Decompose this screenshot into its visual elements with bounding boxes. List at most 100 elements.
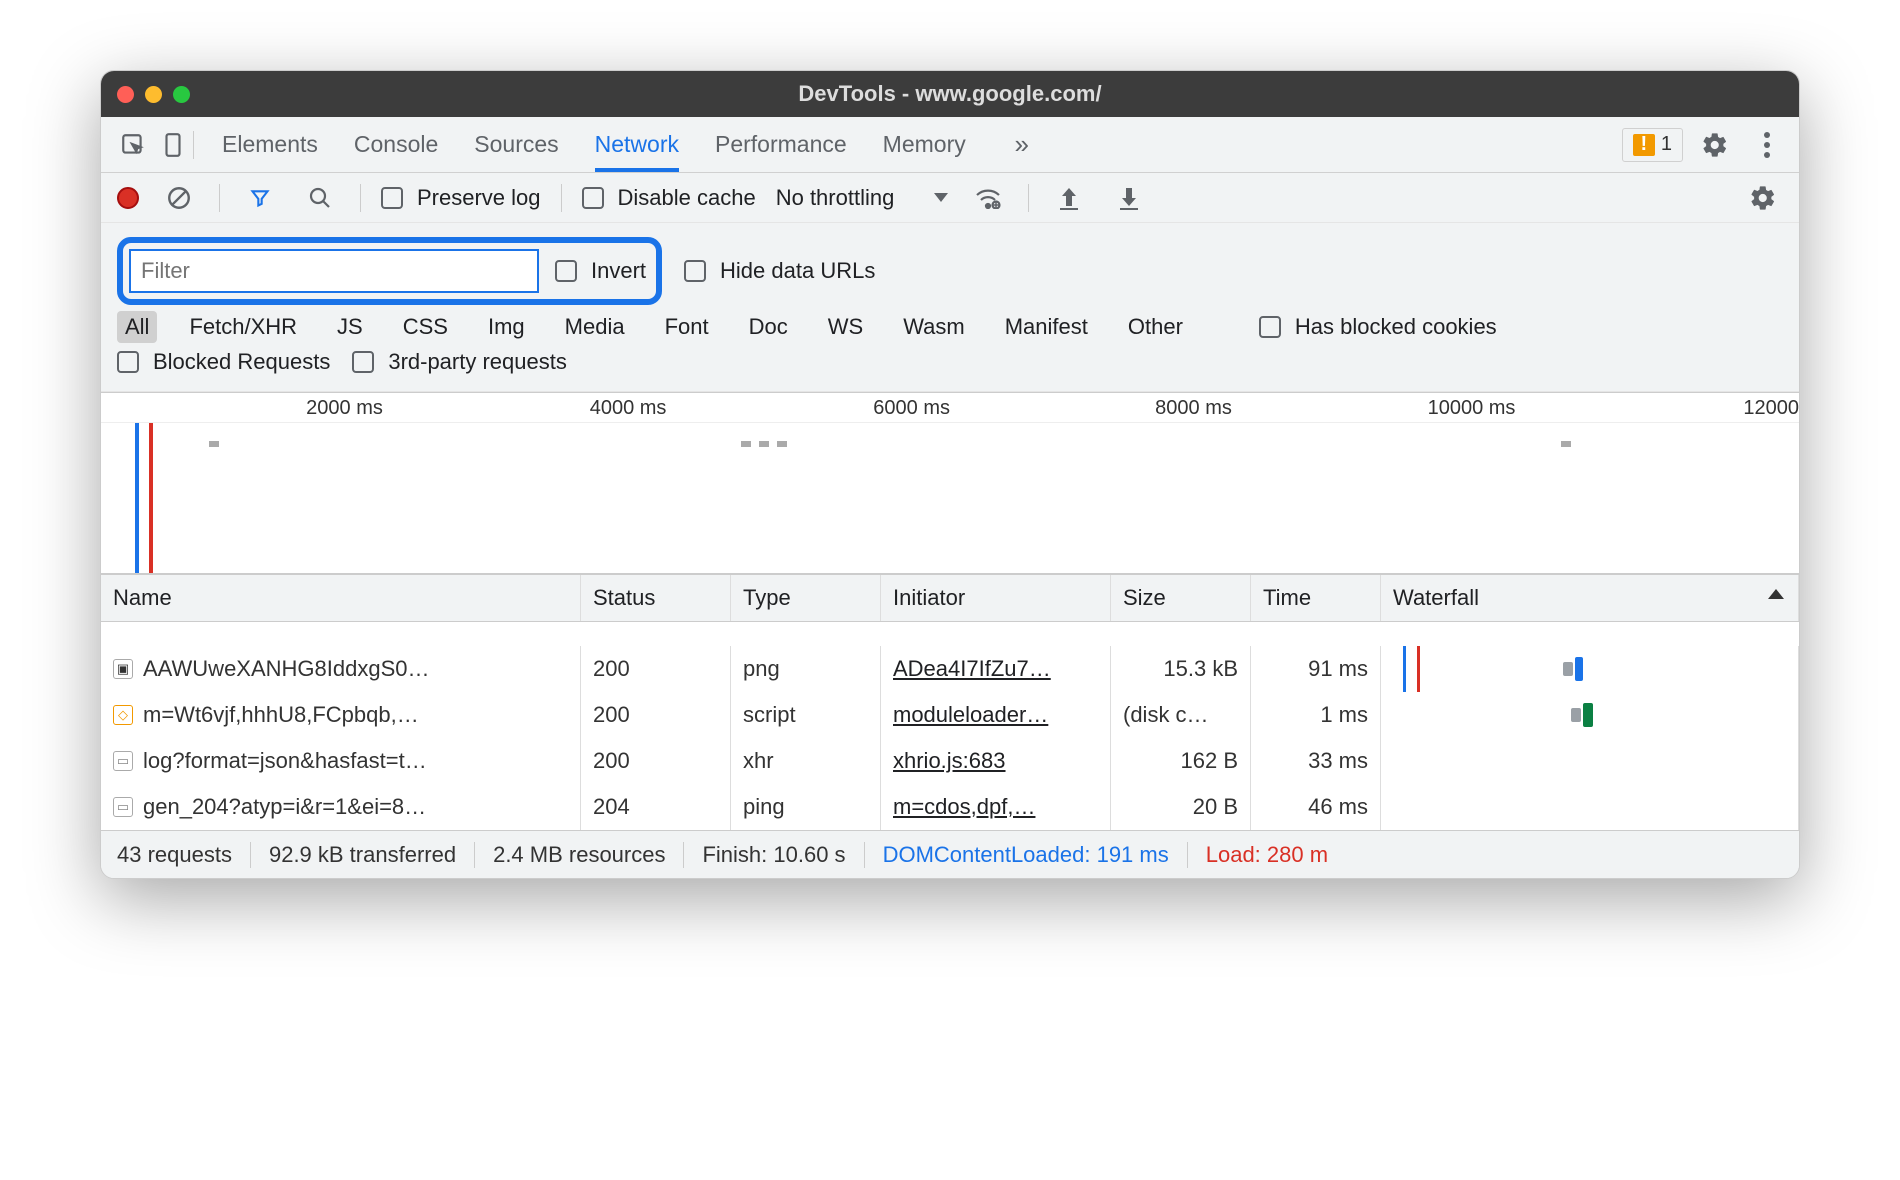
filter-type-js[interactable]: JS — [329, 311, 371, 343]
kebab-menu-icon[interactable] — [1747, 125, 1787, 165]
disable-cache-checkbox[interactable]: Disable cache — [582, 185, 756, 211]
filter-type-ws[interactable]: WS — [820, 311, 871, 343]
request-name: gen_204?atyp=i&r=1&ei=8… — [143, 794, 426, 820]
filter-type-doc[interactable]: Doc — [741, 311, 796, 343]
filter-type-img[interactable]: Img — [480, 311, 533, 343]
sort-ascending-icon — [1768, 589, 1784, 599]
waterfall-bar — [1583, 703, 1593, 727]
request-status: 200 — [581, 738, 731, 784]
caret-down-icon — [934, 193, 948, 202]
waterfall-bar — [1575, 657, 1583, 681]
more-tabs-icon[interactable]: » — [1002, 125, 1042, 165]
third-party-requests-label: 3rd-party requests — [388, 349, 567, 375]
filter-type-fetch-xhr[interactable]: Fetch/XHR — [181, 311, 305, 343]
image-file-icon: ▣ — [113, 659, 133, 679]
panel-tabs: Elements Console Sources Network Perform… — [222, 117, 1042, 172]
invert-checkbox[interactable]: Invert — [555, 258, 646, 284]
blocked-requests-checkbox[interactable]: Blocked Requests — [117, 349, 330, 375]
divider — [561, 184, 562, 212]
request-initiator[interactable]: m=cdos,dpf,… — [881, 784, 1111, 830]
filter-type-media[interactable]: Media — [557, 311, 633, 343]
request-time: 33 ms — [1251, 738, 1381, 784]
hide-data-urls-label: Hide data URLs — [720, 258, 875, 284]
table-row[interactable]: ▣AAWUweXANHG8IddxgS0… 200 png ADea4I7IfZ… — [101, 646, 1799, 692]
filter-type-wasm[interactable]: Wasm — [895, 311, 973, 343]
warning-icon: ! — [1633, 134, 1655, 156]
col-name[interactable]: Name — [101, 575, 581, 621]
inspect-icon[interactable] — [113, 125, 153, 165]
search-icon[interactable] — [300, 178, 340, 218]
col-type[interactable]: Type — [731, 575, 881, 621]
filter-type-other[interactable]: Other — [1120, 311, 1191, 343]
clear-icon[interactable] — [159, 178, 199, 218]
window-title: DevTools - www.google.com/ — [101, 81, 1799, 107]
load-marker — [149, 423, 153, 573]
warnings-count: 1 — [1661, 133, 1672, 156]
has-blocked-cookies-checkbox[interactable]: Has blocked cookies — [1259, 314, 1497, 340]
request-initiator[interactable]: xhrio.js:683 — [881, 738, 1111, 784]
tab-performance[interactable]: Performance — [715, 117, 847, 172]
request-initiator[interactable]: ADea4I7IfZu7… — [881, 646, 1111, 692]
request-size: 20 B — [1111, 784, 1251, 830]
filter-toggle-icon[interactable] — [240, 178, 280, 218]
overview-request-mark — [209, 441, 219, 447]
filter-type-font[interactable]: Font — [657, 311, 717, 343]
tab-elements[interactable]: Elements — [222, 117, 318, 172]
waterfall-cell — [1381, 646, 1799, 692]
divider — [864, 842, 865, 868]
filter-type-all[interactable]: All — [117, 311, 157, 343]
download-har-icon[interactable] — [1109, 178, 1149, 218]
col-size[interactable]: Size — [1111, 575, 1251, 621]
invert-label: Invert — [591, 258, 646, 284]
filter-type-manifest[interactable]: Manifest — [997, 311, 1096, 343]
col-waterfall[interactable]: Waterfall — [1381, 575, 1799, 621]
warnings-badge[interactable]: ! 1 — [1622, 128, 1683, 162]
status-resources: 2.4 MB resources — [493, 842, 665, 868]
divider — [360, 184, 361, 212]
upload-har-icon[interactable] — [1049, 178, 1089, 218]
col-waterfall-label: Waterfall — [1393, 585, 1479, 610]
device-toolbar-icon[interactable] — [153, 125, 193, 165]
waterfall-cell — [1381, 692, 1799, 738]
timeline-tick: 2000 ms — [306, 397, 383, 420]
load-line — [1417, 646, 1420, 692]
filter-input[interactable] — [129, 249, 539, 293]
network-conditions-icon[interactable] — [968, 178, 1008, 218]
preserve-log-checkbox[interactable]: Preserve log — [381, 185, 541, 211]
table-row[interactable]: ◇m=Wt6vjf,hhhU8,FCpbqb,… 200 script modu… — [101, 692, 1799, 738]
dcl-line — [1403, 646, 1406, 692]
table-row[interactable]: ▭log?format=json&hasfast=t… 200 xhr xhri… — [101, 738, 1799, 784]
filter-type-css[interactable]: CSS — [395, 311, 456, 343]
request-name: AAWUweXANHG8IddxgS0… — [143, 656, 430, 682]
request-type: xhr — [731, 738, 881, 784]
divider — [219, 184, 220, 212]
overview-graph[interactable] — [101, 423, 1799, 573]
overview-request-mark — [777, 441, 787, 447]
request-type: png — [731, 646, 881, 692]
throttling-select[interactable]: No throttling — [776, 185, 949, 211]
request-type: ping — [731, 784, 881, 830]
hide-data-urls-checkbox[interactable]: Hide data URLs — [684, 258, 875, 284]
throttling-value: No throttling — [776, 185, 895, 211]
tab-console[interactable]: Console — [354, 117, 438, 172]
table-row[interactable]: ▭gen_204?atyp=i&r=1&ei=8… 204 ping m=cdo… — [101, 784, 1799, 830]
divider — [193, 131, 194, 159]
request-initiator[interactable]: moduleloader… — [881, 692, 1111, 738]
network-settings-icon[interactable] — [1743, 178, 1783, 218]
titlebar: DevTools - www.google.com/ — [101, 71, 1799, 117]
tab-memory[interactable]: Memory — [883, 117, 966, 172]
col-status[interactable]: Status — [581, 575, 731, 621]
tab-sources[interactable]: Sources — [474, 117, 558, 172]
settings-icon[interactable] — [1695, 125, 1735, 165]
record-button[interactable] — [117, 178, 139, 218]
has-blocked-cookies-label: Has blocked cookies — [1295, 314, 1497, 340]
document-file-icon: ▭ — [113, 797, 133, 817]
col-initiator[interactable]: Initiator — [881, 575, 1111, 621]
status-dcl: DOMContentLoaded: 191 ms — [883, 842, 1169, 868]
divider — [250, 842, 251, 868]
third-party-requests-checkbox[interactable]: 3rd-party requests — [352, 349, 567, 375]
timeline-overview[interactable]: 2000 ms 4000 ms 6000 ms 8000 ms 10000 ms… — [101, 392, 1799, 574]
request-name: m=Wt6vjf,hhhU8,FCpbqb,… — [143, 702, 419, 728]
col-time[interactable]: Time — [1251, 575, 1381, 621]
tab-network[interactable]: Network — [595, 117, 679, 172]
